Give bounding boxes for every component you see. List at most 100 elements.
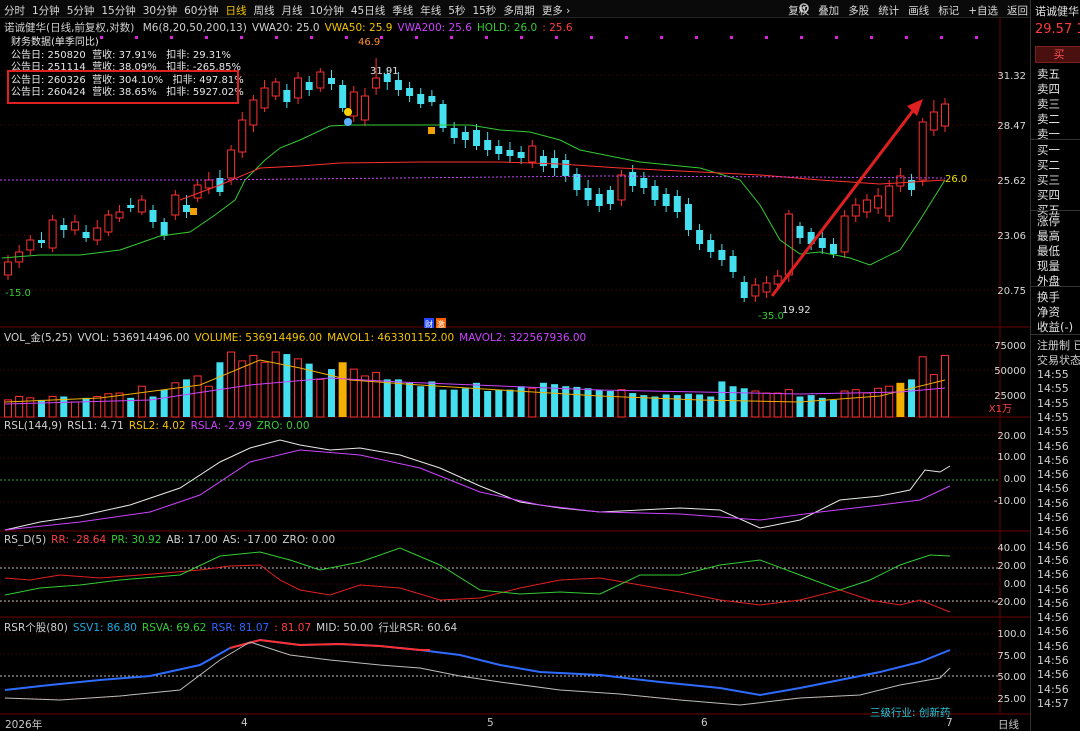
tool-button[interactable]: 叠加 bbox=[818, 3, 839, 18]
period-tab[interactable]: 15秒 bbox=[472, 3, 496, 18]
volume-bar bbox=[160, 389, 168, 417]
indicator-value: HOLD: 26.0 bbox=[476, 22, 538, 34]
divider bbox=[1031, 139, 1080, 140]
period-tab[interactable]: 更多 › bbox=[542, 3, 571, 18]
trade-time: 14:56 bbox=[1037, 525, 1069, 539]
period-tab[interactable]: 分时 bbox=[4, 3, 25, 18]
ask-label: 卖四 bbox=[1037, 82, 1060, 96]
candle-body bbox=[851, 204, 860, 217]
tool-button[interactable]: 标记 bbox=[938, 3, 959, 18]
buy-button[interactable]: 买 bbox=[1035, 46, 1080, 63]
x-label-apr: 4 bbox=[241, 717, 248, 729]
candle-body bbox=[495, 146, 503, 154]
stat-label: 最低 bbox=[1037, 244, 1060, 258]
indicator-value: SSV1: 86.80 bbox=[72, 622, 137, 634]
rsr-tick: 100.0 bbox=[997, 629, 1026, 640]
volume-bar bbox=[696, 394, 704, 417]
candle-body bbox=[517, 152, 525, 158]
period-tab[interactable]: 周线 bbox=[254, 3, 275, 18]
trade-time: 14:56 bbox=[1037, 596, 1069, 610]
indicator-value: : 25.6 bbox=[542, 22, 573, 34]
volume-bar bbox=[15, 395, 24, 418]
volume-bar bbox=[729, 386, 737, 417]
candle-body bbox=[673, 196, 681, 212]
volume-tick: 75000 bbox=[994, 341, 1026, 352]
volume-bar bbox=[428, 381, 436, 417]
tool-button[interactable]: +自选 bbox=[968, 3, 998, 18]
volume-bar bbox=[807, 395, 815, 417]
candle-body bbox=[115, 211, 124, 219]
trade-time: 14:56 bbox=[1037, 654, 1069, 667]
vwa200-line bbox=[0, 175, 946, 181]
divider bbox=[1031, 210, 1080, 211]
period-tab[interactable]: 15分钟 bbox=[101, 3, 135, 18]
period-tab[interactable]: 5秒 bbox=[448, 3, 465, 18]
volume-bar bbox=[417, 386, 425, 417]
indicator-value: VVOL: 536914496.00 bbox=[77, 332, 190, 344]
tool-button[interactable]: 统计 bbox=[878, 3, 899, 18]
marker-icon bbox=[344, 108, 352, 116]
tool-button[interactable]: 复权 bbox=[788, 3, 809, 18]
trade-time: 14:55 bbox=[1037, 410, 1069, 424]
signal-dot bbox=[380, 36, 383, 39]
volume-bar bbox=[461, 388, 469, 417]
volume-bar bbox=[70, 401, 79, 418]
volume-bar bbox=[751, 390, 760, 418]
indicator-value: RSL1: 4.71 bbox=[67, 420, 124, 432]
volume-bar bbox=[829, 399, 837, 417]
candle-body bbox=[372, 77, 381, 89]
high-value-label: 46.9 bbox=[358, 37, 380, 48]
rsd-tick: 20.00 bbox=[997, 561, 1026, 572]
trade-time: 14:56 bbox=[1037, 453, 1069, 467]
candle-body bbox=[294, 77, 303, 99]
period-tab[interactable]: 年线 bbox=[420, 3, 441, 18]
period-tab[interactable]: 日线 bbox=[226, 3, 247, 18]
candle-body bbox=[82, 232, 90, 238]
candle-body bbox=[941, 103, 949, 127]
indicator-value: VOL_金(5,25) bbox=[4, 332, 73, 344]
signal-dot bbox=[485, 36, 488, 39]
candle-body bbox=[450, 128, 458, 138]
candle-body bbox=[93, 227, 102, 241]
period-tab[interactable]: 60分钟 bbox=[184, 3, 218, 18]
period-tab[interactable]: 10分钟 bbox=[310, 3, 344, 18]
period-tab[interactable]: 月线 bbox=[282, 3, 303, 18]
tool-button[interactable]: 画线 bbox=[908, 3, 929, 18]
period-tab[interactable]: 季线 bbox=[392, 3, 413, 18]
indicator-value: VOLUME: 536914496.00 bbox=[194, 332, 323, 344]
volume-bar bbox=[941, 354, 949, 418]
period-tab[interactable]: 30分钟 bbox=[143, 3, 177, 18]
x-label-jun: 6 bbox=[701, 717, 708, 729]
indicator-value: RS_D(5) bbox=[4, 534, 47, 546]
period-tab[interactable]: 多周期 bbox=[503, 3, 535, 18]
candle-body bbox=[60, 225, 68, 230]
period-tabs: 分时 1分钟 5分钟 15分钟 30分钟 60分钟 日线 周线 月线 10分钟 45日线 季线 年线 5秒… bbox=[4, 3, 570, 18]
price-tick: 28.47 bbox=[997, 121, 1026, 132]
tool-button[interactable]: 多股 bbox=[848, 3, 869, 18]
min-price-label: 19.92 bbox=[782, 305, 811, 316]
volume-tick: 50000 bbox=[994, 366, 1026, 377]
candle-body bbox=[640, 178, 648, 188]
volume-bar bbox=[651, 396, 659, 417]
x-label-year: 2026年 bbox=[5, 719, 43, 731]
candle-body bbox=[818, 238, 826, 248]
period-tab[interactable]: 5分钟 bbox=[67, 3, 95, 18]
tool-button[interactable]: 返回 bbox=[1007, 3, 1028, 18]
signal-dot bbox=[870, 36, 873, 39]
candle-body bbox=[773, 275, 782, 285]
candle-body bbox=[316, 71, 325, 89]
trade-time: 14:56 bbox=[1037, 682, 1069, 696]
marker-icon bbox=[190, 208, 197, 215]
period-tab[interactable]: 1分钟 bbox=[32, 3, 60, 18]
volume-bar bbox=[193, 375, 202, 418]
price-tick: 23.06 bbox=[997, 231, 1026, 242]
candle-body bbox=[227, 149, 236, 179]
volume-bar bbox=[450, 389, 458, 417]
volume-bar bbox=[406, 382, 414, 417]
trade-time: 14:56 bbox=[1037, 482, 1069, 496]
candle-body bbox=[729, 256, 737, 272]
volume-bar bbox=[249, 354, 258, 418]
volume-bar bbox=[338, 362, 347, 417]
period-tab[interactable]: 45日线 bbox=[351, 3, 385, 18]
trade-time: 14:56 bbox=[1037, 668, 1069, 682]
